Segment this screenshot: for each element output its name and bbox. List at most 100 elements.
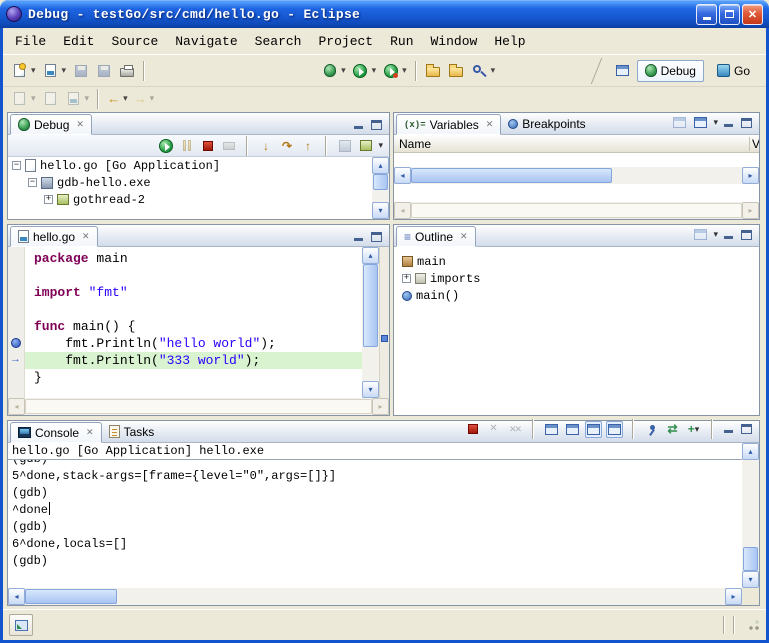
tree-row[interactable]: + gothread-2	[8, 191, 372, 208]
last-edit-location-button[interactable]: ▾	[62, 87, 93, 111]
expand-icon[interactable]: +	[44, 195, 53, 204]
scroll-up-icon[interactable]: ▴	[362, 247, 379, 264]
chevron-down-icon[interactable]: ▾	[150, 94, 155, 103]
scroll-right-icon[interactable]: ▸	[742, 167, 759, 184]
terminate-button[interactable]	[464, 421, 481, 438]
close-icon[interactable]: ✕	[486, 119, 494, 130]
print-button[interactable]	[115, 59, 138, 83]
scrollbar-thumb[interactable]	[743, 547, 758, 571]
chevron-down-icon[interactable]: ▾	[695, 425, 700, 434]
remove-all-launches-button[interactable]: ✕✕	[506, 421, 523, 438]
tab-tasks[interactable]: Tasks	[102, 421, 162, 442]
outline-item-imports[interactable]: + imports	[402, 270, 759, 287]
drop-to-frame-button[interactable]	[336, 137, 353, 154]
outline-item-main-func[interactable]: main()	[402, 287, 759, 304]
code-area[interactable]: package main import "fmt" func main() { …	[25, 247, 362, 398]
debug-launch-button[interactable]: ▾	[318, 59, 349, 83]
menu-help[interactable]: Help	[494, 34, 525, 49]
word-wrap-button[interactable]	[564, 421, 581, 438]
close-icon[interactable]: ✕	[76, 119, 84, 130]
resume-button[interactable]	[157, 137, 174, 154]
step-into-button[interactable]: ↓	[257, 137, 274, 154]
chevron-down-icon[interactable]: ▾	[491, 66, 496, 75]
menu-file[interactable]: File	[15, 34, 46, 49]
chevron-down-icon[interactable]: ▾	[85, 94, 90, 103]
scrollbar-thumb[interactable]	[363, 264, 378, 347]
use-step-filters-button[interactable]	[357, 137, 374, 154]
column-name[interactable]: Name	[394, 137, 749, 151]
save-all-button[interactable]	[92, 59, 115, 83]
maximize-view-icon[interactable]	[740, 117, 754, 129]
perspective-debug-button[interactable]: Debug	[637, 60, 704, 82]
scrollbar-thumb[interactable]	[25, 589, 117, 604]
remove-launch-button[interactable]: ✕	[485, 421, 502, 438]
maximize-view-icon[interactable]	[370, 231, 384, 243]
prev-annotation-button[interactable]	[39, 87, 62, 111]
editor-vertical-scrollbar[interactable]: ▴ ▾	[362, 247, 379, 398]
scroll-left-icon[interactable]: ◂	[394, 167, 411, 184]
detail-horizontal-scrollbar[interactable]: ◂ ▸	[394, 202, 759, 219]
show-type-names-button[interactable]	[671, 114, 688, 131]
chevron-down-icon[interactable]: ▾	[62, 66, 67, 75]
menu-project[interactable]: Project	[318, 34, 373, 49]
fast-view-button[interactable]	[9, 614, 33, 636]
overview-marker[interactable]	[381, 335, 388, 342]
tree-row[interactable]: − gdb-hello.exe	[8, 174, 372, 191]
next-annotation-button[interactable]: ▾	[8, 87, 39, 111]
close-icon[interactable]: ✕	[460, 231, 468, 242]
title-bar[interactable]: Debug - testGo/src/cmd/hello.go - Eclips…	[0, 0, 769, 28]
menu-run[interactable]: Run	[390, 34, 413, 49]
maximize-view-icon[interactable]	[740, 229, 754, 241]
maximize-button[interactable]	[719, 4, 740, 25]
tab-breakpoints[interactable]: Breakpoints	[501, 113, 592, 134]
scroll-lock-button[interactable]	[543, 421, 560, 438]
console-horizontal-scrollbar[interactable]: ◂ ▸	[8, 588, 742, 605]
maximize-view-icon[interactable]	[740, 423, 754, 435]
chevron-down-icon[interactable]: ▾	[31, 66, 36, 75]
minimize-view-icon[interactable]	[722, 229, 736, 241]
minimize-view-icon[interactable]	[722, 423, 736, 435]
open-resource-button[interactable]	[422, 59, 445, 83]
close-button[interactable]: ✕	[742, 4, 763, 25]
pin-console-button[interactable]	[643, 421, 660, 438]
variables-horizontal-scrollbar[interactable]: ◂ ▸	[394, 167, 759, 184]
open-project-button[interactable]	[445, 59, 468, 83]
overview-ruler[interactable]	[379, 247, 389, 398]
display-selected-console-button[interactable]: ⇄	[664, 421, 681, 438]
show-stderr-toggle[interactable]	[606, 421, 623, 438]
new-wizard-button[interactable]: ▾	[8, 59, 39, 83]
search-button[interactable]: ▾	[468, 59, 499, 83]
step-return-button[interactable]: ↑	[299, 137, 316, 154]
column-value-partial[interactable]: V	[749, 137, 759, 151]
minimize-view-icon[interactable]	[352, 119, 366, 131]
close-icon[interactable]: ✕	[86, 427, 94, 438]
collapse-all-button[interactable]	[692, 114, 709, 131]
chevron-down-icon[interactable]: ▾	[123, 94, 128, 103]
expand-icon[interactable]: +	[402, 274, 411, 283]
tree-row[interactable]: − hello.go [Go Application]	[8, 157, 372, 174]
console-vertical-scrollbar[interactable]: ▴ ▾	[742, 443, 759, 588]
view-menu-icon[interactable]: ▾	[713, 117, 718, 128]
run-launch-button[interactable]: ▾	[349, 59, 380, 83]
tab-hello-go[interactable]: hello.go ✕	[10, 226, 98, 247]
scroll-right-icon[interactable]: ▸	[725, 588, 742, 605]
forward-button[interactable]: → ▾	[131, 87, 158, 111]
open-perspective-icon[interactable]	[614, 62, 631, 79]
suspend-button[interactable]	[178, 137, 195, 154]
tab-debug[interactable]: Debug ✕	[10, 114, 92, 135]
view-menu-icon[interactable]: ▾	[378, 140, 383, 151]
console-output[interactable]: (gdb) 5^done,stack-args=[frame={level="0…	[8, 460, 742, 588]
show-stdout-toggle[interactable]	[585, 421, 602, 438]
debug-vertical-scrollbar[interactable]: ▴ ▾	[372, 157, 389, 219]
chevron-down-icon[interactable]: ▾	[31, 94, 36, 103]
chevron-down-icon[interactable]: ▾	[372, 66, 377, 75]
view-menu-icon[interactable]: ▾	[713, 229, 718, 240]
tab-variables[interactable]: (x)= Variables ✕	[396, 114, 501, 135]
open-console-button[interactable]: +▾	[685, 421, 702, 438]
resize-grip-icon[interactable]	[747, 619, 760, 632]
tab-console[interactable]: Console ✕	[10, 422, 102, 443]
scroll-up-icon[interactable]: ▴	[742, 443, 759, 460]
sort-button[interactable]	[692, 226, 709, 243]
variables-detail-pane[interactable]	[394, 184, 759, 202]
chevron-down-icon[interactable]: ▾	[402, 66, 407, 75]
